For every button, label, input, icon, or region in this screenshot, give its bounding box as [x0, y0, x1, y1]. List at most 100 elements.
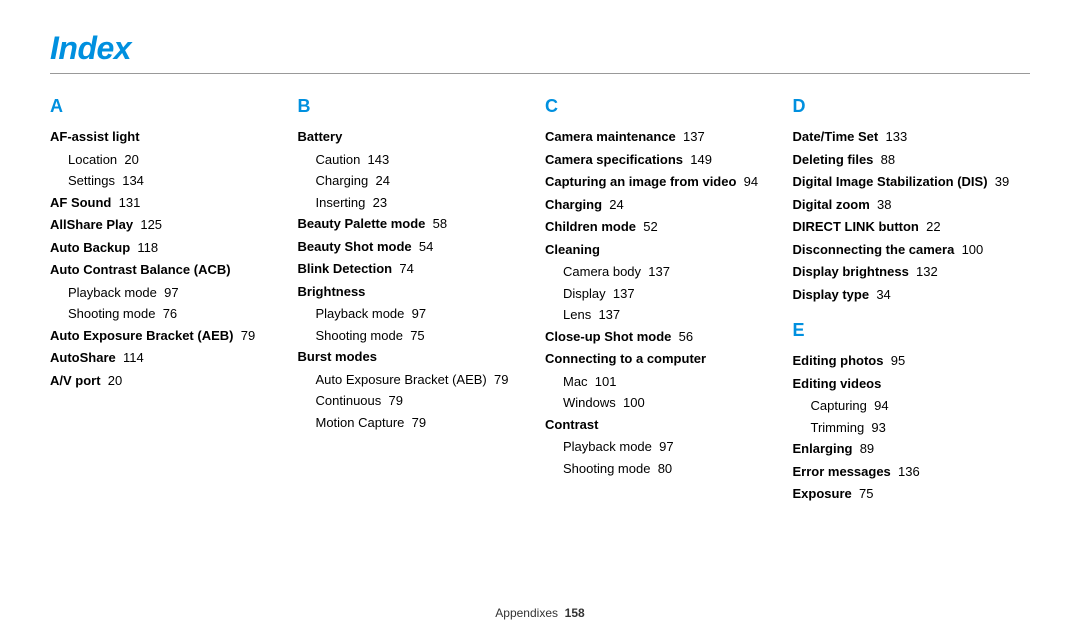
index-entry[interactable]: Exposure 75 [793, 484, 1031, 504]
index-entry[interactable]: AF-assist light [50, 127, 288, 147]
index-sub-entry[interactable]: Capturing 94 [811, 396, 1031, 416]
sub-entry-label: Location [68, 152, 117, 167]
index-sub-entry[interactable]: Settings 134 [68, 171, 288, 191]
index-entry[interactable]: A/V port 20 [50, 371, 288, 391]
index-entry[interactable]: AF Sound 131 [50, 193, 288, 213]
entry-label: Contrast [545, 417, 598, 432]
entry-page: 132 [916, 264, 938, 279]
sub-entry-label: Caution [316, 152, 361, 167]
index-sub-entry[interactable]: Location 20 [68, 150, 288, 170]
index-sub-entry[interactable]: Camera body 137 [563, 262, 783, 282]
index-entry[interactable]: Auto Contrast Balance (ACB) [50, 260, 288, 280]
entry-label: Auto Exposure Bracket (AEB) [50, 328, 233, 343]
index-sub-entry[interactable]: Shooting mode 76 [68, 304, 288, 324]
sub-entry-label: Camera body [563, 264, 641, 279]
index-sub-entry[interactable]: Playback mode 97 [563, 437, 783, 457]
index-entry[interactable]: Camera maintenance 137 [545, 127, 783, 147]
entry-label: Children mode [545, 219, 636, 234]
entry-label: Auto Backup [50, 240, 130, 255]
index-entry[interactable]: Digital Image Stabilization (DIS) 39 [793, 172, 1031, 192]
index-entry[interactable]: Date/Time Set 133 [793, 127, 1031, 147]
entry-label: Digital Image Stabilization (DIS) [793, 174, 988, 189]
index-entry[interactable]: Charging 24 [545, 195, 783, 215]
entry-label: Cleaning [545, 242, 600, 257]
entry-label: DIRECT LINK button [793, 219, 919, 234]
entry-label: A/V port [50, 373, 101, 388]
index-entry[interactable]: DIRECT LINK button 22 [793, 217, 1031, 237]
index-sub-entry[interactable]: Lens 137 [563, 305, 783, 325]
index-entry[interactable]: Cleaning [545, 240, 783, 260]
sub-entry-page: 143 [368, 152, 390, 167]
entry-label: Disconnecting the camera [793, 242, 955, 257]
index-entry[interactable]: Contrast [545, 415, 783, 435]
entry-page: 94 [744, 174, 758, 189]
entry-page: 22 [926, 219, 940, 234]
entry-label: Close-up Shot mode [545, 329, 671, 344]
index-entry[interactable]: Editing photos 95 [793, 351, 1031, 371]
index-entry[interactable]: Burst modes [298, 347, 536, 367]
index-entry[interactable]: Error messages 136 [793, 462, 1031, 482]
index-entry[interactable]: Display type 34 [793, 285, 1031, 305]
sub-entry-page: 97 [659, 439, 673, 454]
index-entry[interactable]: Deleting files 88 [793, 150, 1031, 170]
index-sub-entry[interactable]: Shooting mode 75 [316, 326, 536, 346]
index-sub-entry[interactable]: Shooting mode 80 [563, 459, 783, 479]
index-entry[interactable]: Camera specifications 149 [545, 150, 783, 170]
footer-section: Appendixes [495, 606, 558, 620]
index-entry[interactable]: Disconnecting the camera 100 [793, 240, 1031, 260]
page-footer: Appendixes 158 [0, 606, 1080, 620]
sub-entry-page: 101 [595, 374, 617, 389]
index-sub-entry[interactable]: Continuous 79 [316, 391, 536, 411]
index-sub-entry[interactable]: Caution 143 [316, 150, 536, 170]
index-entry[interactable]: Beauty Palette mode 58 [298, 214, 536, 234]
index-entry[interactable]: AutoShare 114 [50, 348, 288, 368]
sub-entry-page: 23 [373, 195, 387, 210]
entry-label: Connecting to a computer [545, 351, 706, 366]
entry-label: Capturing an image from video [545, 174, 736, 189]
index-sub-entry[interactable]: Mac 101 [563, 372, 783, 392]
index-sub-entry[interactable]: Motion Capture 79 [316, 413, 536, 433]
index-entry[interactable]: Blink Detection 74 [298, 259, 536, 279]
sub-entry-page: 79 [389, 393, 403, 408]
entry-page: 125 [140, 217, 162, 232]
index-entry[interactable]: Connecting to a computer [545, 349, 783, 369]
index-sub-entry[interactable]: Playback mode 97 [316, 304, 536, 324]
index-entry[interactable]: Capturing an image from video 94 [545, 172, 783, 192]
index-sub-entry[interactable]: Windows 100 [563, 393, 783, 413]
index-entry[interactable]: Brightness [298, 282, 536, 302]
index-entry[interactable]: Beauty Shot mode 54 [298, 237, 536, 257]
entry-label: Exposure [793, 486, 852, 501]
index-sub-entry[interactable]: Playback mode 97 [68, 283, 288, 303]
index-entry[interactable]: Close-up Shot mode 56 [545, 327, 783, 347]
index-entry[interactable]: AllShare Play 125 [50, 215, 288, 235]
sub-entry-page: 79 [494, 372, 508, 387]
entry-label: AllShare Play [50, 217, 133, 232]
index-entry[interactable]: Display brightness 132 [793, 262, 1031, 282]
sub-entry-label: Playback mode [316, 306, 405, 321]
index-entry[interactable]: Children mode 52 [545, 217, 783, 237]
entry-page: 149 [690, 152, 712, 167]
index-entry[interactable]: Enlarging 89 [793, 439, 1031, 459]
index-sub-entry[interactable]: Auto Exposure Bracket (AEB) 79 [316, 370, 536, 390]
sub-entry-page: 100 [623, 395, 645, 410]
sub-entry-page: 79 [412, 415, 426, 430]
index-entry[interactable]: Battery [298, 127, 536, 147]
sub-entry-page: 93 [871, 420, 885, 435]
index-sub-entry[interactable]: Trimming 93 [811, 418, 1031, 438]
sub-entry-label: Auto Exposure Bracket (AEB) [316, 372, 487, 387]
index-sub-entry[interactable]: Charging 24 [316, 171, 536, 191]
sub-entry-label: Mac [563, 374, 588, 389]
entry-page: 54 [419, 239, 433, 254]
index-entry[interactable]: Auto Exposure Bracket (AEB) 79 [50, 326, 288, 346]
entry-page: 89 [860, 441, 874, 456]
sub-entry-label: Settings [68, 173, 115, 188]
sub-entry-label: Shooting mode [68, 306, 155, 321]
entry-page: 56 [679, 329, 693, 344]
index-entry[interactable]: Auto Backup 118 [50, 238, 288, 258]
index-entry[interactable]: Digital zoom 38 [793, 195, 1031, 215]
index-sub-entry[interactable]: Display 137 [563, 284, 783, 304]
index-sub-entry[interactable]: Inserting 23 [316, 193, 536, 213]
entry-label: Brightness [298, 284, 366, 299]
index-entry[interactable]: Editing videos [793, 374, 1031, 394]
entry-label: Error messages [793, 464, 891, 479]
